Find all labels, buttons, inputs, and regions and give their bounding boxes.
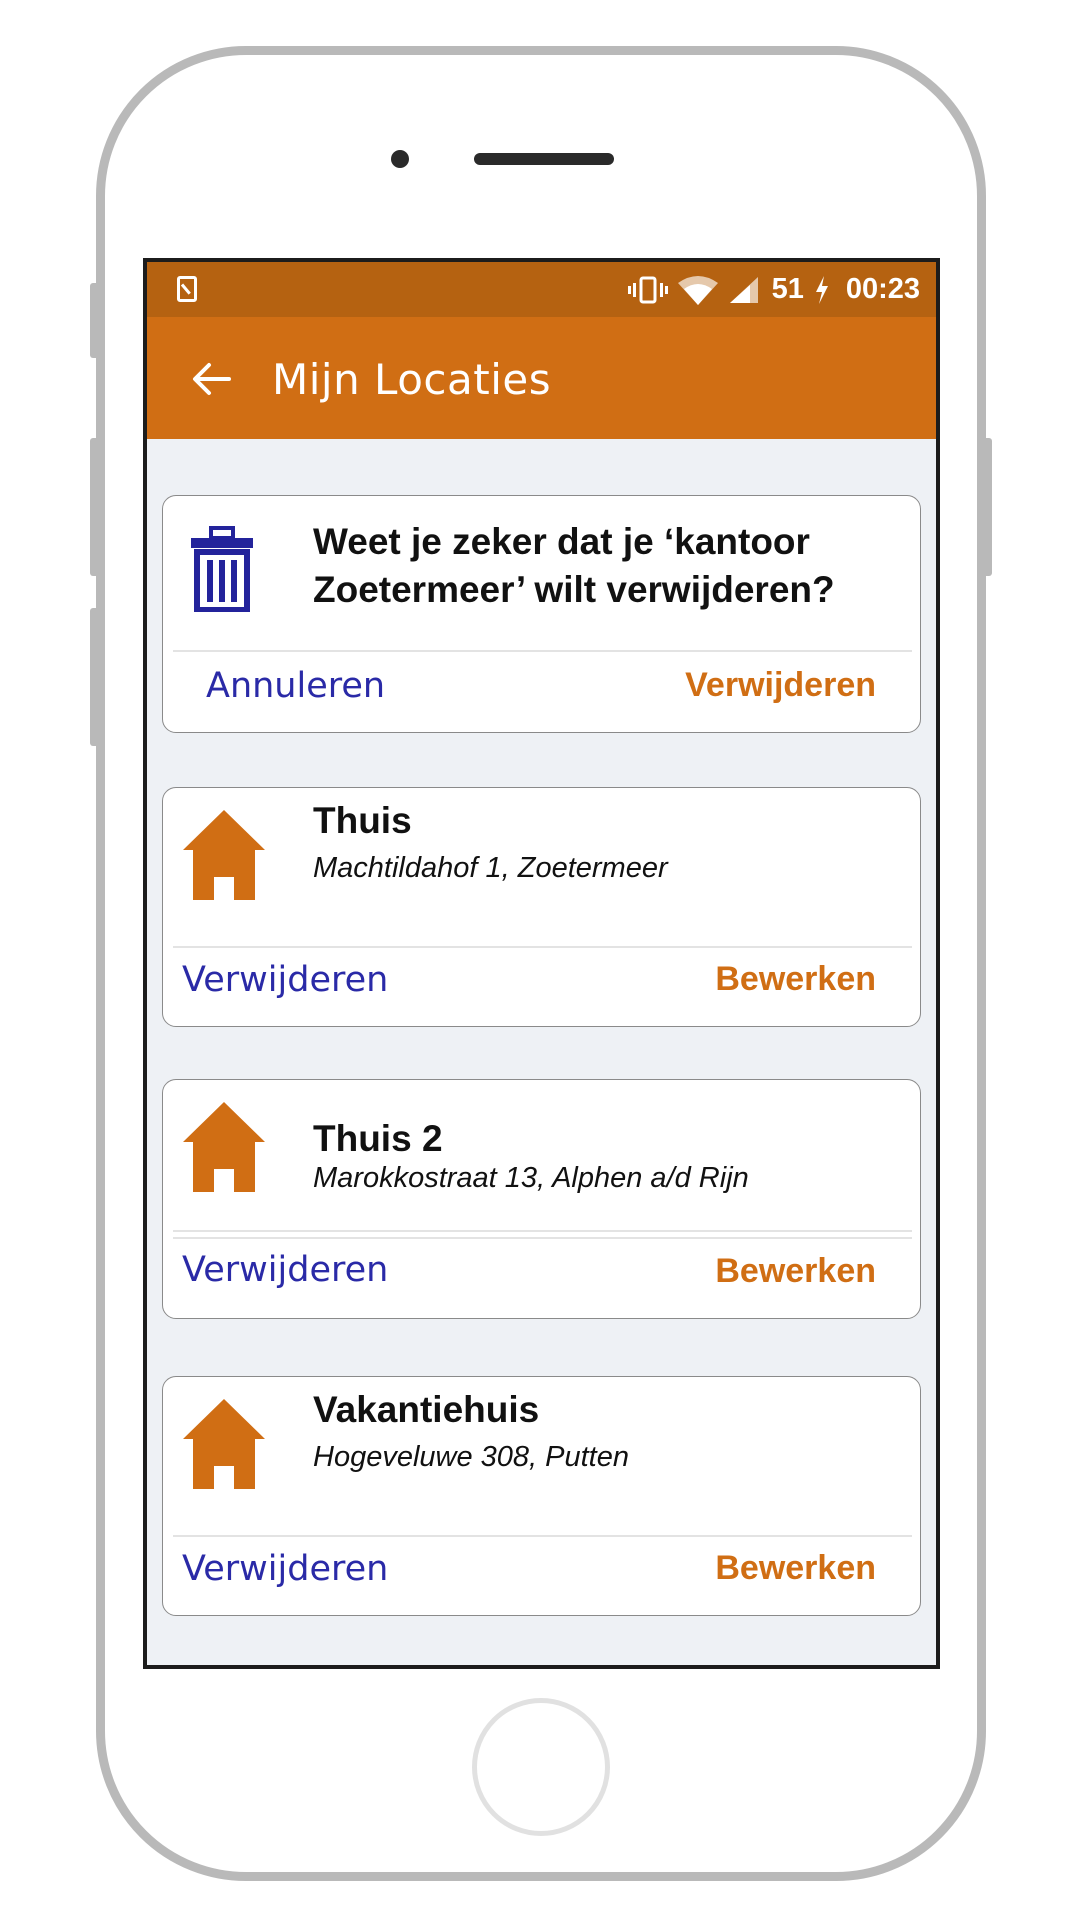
page-title: Mijn Locaties [272,355,552,404]
screenshot-notification-icon [177,276,197,302]
earpiece-speaker [474,153,614,165]
house-icon [183,1102,265,1192]
house-icon [183,1399,265,1489]
divider [173,1230,912,1232]
edit-location-button[interactable]: Bewerken [715,1549,876,1588]
location-address: Hogeveluwe 308, Putten [313,1441,629,1473]
signal-icon [729,276,758,303]
side-button-volume-up [90,438,100,576]
arrow-left-icon[interactable] [191,361,231,397]
app-screen: 51 00:23 Mijn Locaties Weet je zeker dat… [143,258,940,1669]
front-camera [391,150,409,168]
divider [173,1535,912,1537]
clock: 00:23 [845,273,920,305]
status-bar: 51 00:23 [147,262,936,317]
divider [173,1237,912,1239]
cancel-button[interactable]: Annuleren [206,666,385,706]
side-button-power [982,438,992,576]
location-name: Vakantiehuis [313,1389,540,1430]
delete-location-button[interactable]: Verwijderen [182,960,388,1000]
location-card: Thuis Machtildahof 1, Zoetermeer Verwijd… [162,787,921,1027]
house-icon [183,810,265,900]
app-bar: Mijn Locaties [147,317,936,439]
status-icons: 51 00:23 [627,262,920,317]
side-button-mute [90,283,100,358]
location-card: Thuis 2 Marokkostraat 13, Alphen a/d Rij… [162,1079,921,1319]
delete-location-button[interactable]: Verwijderen [182,1250,388,1290]
confirm-delete-button[interactable]: Verwijderen [685,666,876,705]
battery-level: 51 [771,273,804,305]
divider [173,650,912,652]
delete-location-button[interactable]: Verwijderen [182,1549,388,1589]
location-address: Marokkostraat 13, Alphen a/d Rijn [313,1162,749,1194]
trash-icon [191,526,253,612]
location-card: Vakantiehuis Hogeveluwe 308, Putten Verw… [162,1376,921,1616]
divider [173,946,912,948]
location-name: Thuis [313,800,412,841]
side-button-volume-down [90,608,100,746]
location-name: Thuis 2 [313,1118,443,1159]
home-button[interactable] [472,1698,610,1836]
charging-icon [815,275,828,304]
edit-location-button[interactable]: Bewerken [715,1252,876,1291]
location-address: Machtildahof 1, Zoetermeer [313,852,668,884]
delete-confirm-card: Weet je zeker dat je ‘kantoor Zoetermeer… [162,495,921,733]
edit-location-button[interactable]: Bewerken [715,960,876,999]
delete-confirm-message: Weet je zeker dat je ‘kantoor Zoetermeer… [313,521,835,610]
vibrate-icon [627,276,668,303]
wifi-icon [677,275,718,305]
